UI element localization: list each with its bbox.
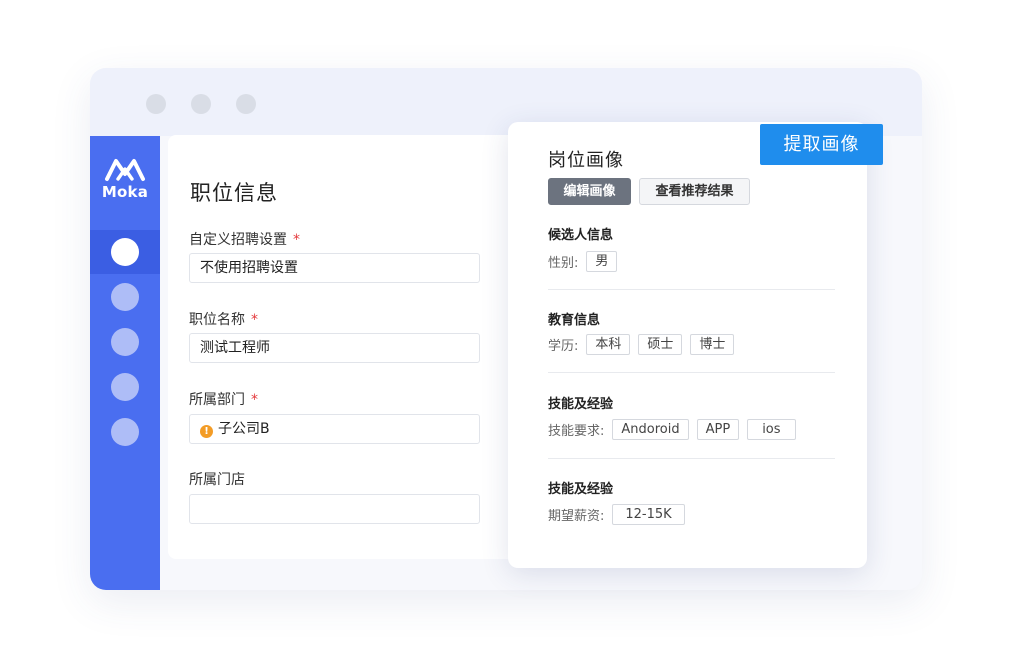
tag[interactable]: 博士 — [690, 334, 735, 355]
sidebar: Moka — [90, 136, 160, 590]
section-title-candidate: 候选人信息 — [548, 228, 614, 243]
label-text: 自定义招聘设置 — [189, 232, 287, 248]
tag[interactable]: 12-15K — [612, 504, 685, 525]
nav-item-4-icon[interactable] — [111, 373, 139, 401]
tag[interactable]: 本科 — [586, 334, 631, 355]
window-dot-icon[interactable] — [146, 94, 166, 114]
row-label: 技能要求: — [548, 424, 605, 439]
section-row-gender: 性别: 男 — [548, 251, 625, 272]
nav-item-5-icon[interactable] — [111, 418, 139, 446]
logo-text: Moka — [101, 183, 149, 201]
window-dot-icon[interactable] — [236, 94, 256, 114]
required-mark: * — [251, 392, 258, 408]
required-mark: * — [293, 232, 300, 248]
row-label: 学历: — [548, 339, 579, 354]
row-label: 性别: — [548, 256, 579, 271]
tag[interactable]: ios — [747, 419, 796, 440]
label-text: 职位名称 — [189, 312, 245, 328]
job-name-input[interactable]: 测试工程师 — [189, 333, 480, 363]
tag[interactable]: APP — [696, 419, 740, 440]
tag[interactable]: 男 — [586, 251, 618, 272]
section-title-salary: 技能及经验 — [548, 482, 614, 497]
nav-item-1-icon[interactable] — [111, 238, 139, 266]
profile-title: 岗位画像 — [548, 150, 624, 171]
divider — [548, 289, 835, 290]
tag[interactable]: 硕士 — [638, 334, 683, 355]
field-label-store: 所属门店 — [189, 469, 245, 489]
department-value: 子公司B — [218, 421, 270, 437]
store-input[interactable] — [189, 494, 480, 524]
moka-logo[interactable]: Moka — [90, 156, 160, 201]
divider — [548, 458, 835, 459]
label-text: 所属门店 — [189, 472, 245, 488]
window-dot-icon[interactable] — [191, 94, 211, 114]
moka-logo-icon — [105, 159, 145, 181]
recruit-setting-value: 不使用招聘设置 — [200, 260, 298, 276]
section-row-expected-salary: 期望薪资: 12-15K — [548, 504, 693, 525]
recruit-setting-select[interactable]: 不使用招聘设置 — [189, 253, 480, 283]
warning-icon: ! — [200, 425, 213, 438]
job-name-value: 测试工程师 — [200, 340, 270, 356]
nav-item-3-icon[interactable] — [111, 328, 139, 356]
job-info-form: 职位信息 自定义招聘设置 * 不使用招聘设置 职位名称 * 测试工程师 所属部门 * … — [168, 135, 528, 559]
nav-item-2-icon[interactable] — [111, 283, 139, 311]
row-label: 期望薪资: — [548, 509, 605, 524]
section-row-skill-requirements: 技能要求: Andoroid APP ios — [548, 419, 804, 440]
field-label-recruit-setting: 自定义招聘设置 * — [189, 229, 300, 249]
required-mark: * — [251, 312, 258, 328]
field-label-job-name: 职位名称 * — [189, 309, 258, 329]
extract-profile-button[interactable]: 提取画像 — [760, 124, 883, 165]
view-recommendations-button[interactable]: 查看推荐结果 — [639, 178, 750, 205]
section-row-degree: 学历: 本科 硕士 博士 — [548, 334, 742, 355]
section-title-skills: 技能及经验 — [548, 397, 614, 412]
label-text: 所属部门 — [189, 392, 245, 408]
job-profile-card: 岗位画像 编辑画像 查看推荐结果 候选人信息 性别: 男 教育信息 学历: 本科… — [508, 122, 867, 568]
field-label-department: 所属部门 * — [189, 389, 258, 409]
department-select[interactable]: ! 子公司B — [189, 414, 480, 444]
edit-profile-button[interactable]: 编辑画像 — [548, 178, 631, 205]
divider — [548, 372, 835, 373]
form-title: 职位信息 — [190, 181, 278, 205]
section-title-education: 教育信息 — [548, 313, 601, 328]
tag[interactable]: Andoroid — [612, 419, 689, 440]
